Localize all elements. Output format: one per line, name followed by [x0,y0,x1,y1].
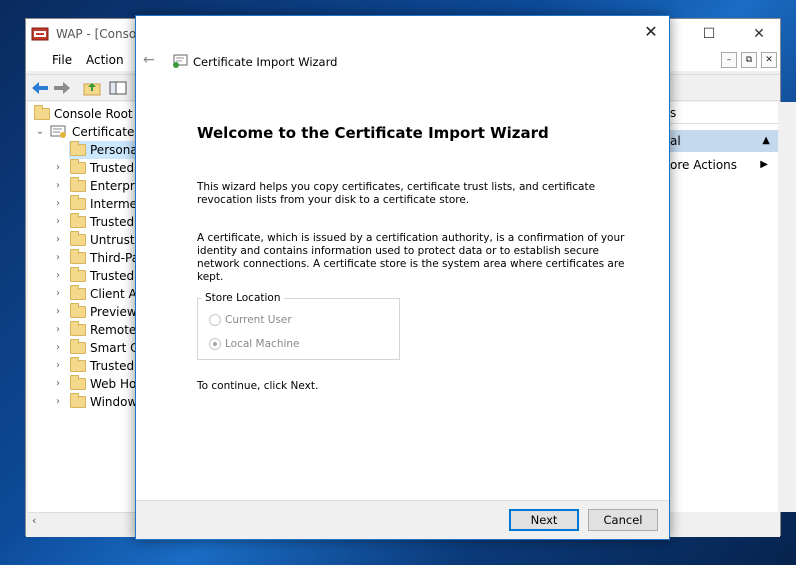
menu-file[interactable]: File [52,53,72,67]
mdi-minimize-icon[interactable]: – [721,52,737,68]
actions-pane: s al ▲ ore Actions ▶ [670,102,778,512]
wizard-footer: Next Cancel [136,500,669,539]
close-icon[interactable]: ✕ [641,22,661,42]
chevron-right-icon[interactable]: › [53,357,63,375]
actions-scrollbar[interactable] [779,102,796,512]
maximize-icon[interactable]: ☐ [694,25,724,43]
folder-icon [70,159,86,174]
folder-icon [70,375,86,390]
certificate-snapin-icon [50,125,66,138]
wizard-certificate-description: A certificate, which is issued by a cert… [197,232,625,283]
chevron-down-icon[interactable]: ⌄ [35,123,45,141]
folder-icon [70,213,86,228]
folder-icon [70,141,86,156]
folder-icon [70,321,86,336]
folder-icon [70,339,86,354]
collapse-icon[interactable]: ▲ [762,130,770,152]
close-icon[interactable]: ✕ [744,25,774,43]
folder-icon [70,177,86,192]
radio-button-selected[interactable] [209,338,221,350]
chevron-right-icon[interactable]: › [53,303,63,321]
folder-icon [70,285,86,300]
actions-header: s [670,102,778,124]
chevron-right-icon[interactable]: › [53,249,63,267]
wizard-intro-text: This wizard helps you copy certificates,… [197,181,596,206]
back-arrow-icon[interactable] [30,79,50,97]
folder-icon [70,195,86,210]
chevron-right-icon[interactable]: › [53,231,63,249]
folder-icon [70,267,86,282]
certificate-import-wizard-dialog: ✕ ← Certificate Import Wizard Welcome to… [135,15,670,540]
menu-action[interactable]: Action [86,53,124,67]
cancel-button[interactable]: Cancel [588,509,658,531]
wizard-header-title: Certificate Import Wizard [193,55,338,69]
scroll-left-icon[interactable]: ‹ [32,514,36,527]
chevron-right-icon[interactable]: › [53,321,63,339]
back-arrow-icon[interactable]: ← [143,52,155,68]
continue-instruction: To continue, click Next. [197,380,319,392]
up-folder-icon[interactable] [82,79,102,97]
radio-button[interactable] [209,314,221,326]
mmc-app-icon [31,27,49,41]
folder-icon [70,357,86,372]
chevron-right-icon[interactable]: › [53,285,63,303]
folder-icon [70,393,86,408]
forward-arrow-icon[interactable] [52,79,72,97]
next-button[interactable]: Next [509,509,579,531]
actions-section-header[interactable]: al ▲ [670,130,778,152]
folder-icon [34,105,50,120]
wizard-heading: Welcome to the Certificate Import Wizard [197,124,549,142]
mmc-title: WAP - [Console [56,27,136,41]
folder-icon [70,249,86,264]
certificate-wizard-icon [173,54,188,68]
mdi-close-icon[interactable]: ✕ [761,52,777,68]
chevron-right-icon[interactable]: › [53,213,63,231]
chevron-right-icon[interactable]: › [53,267,63,285]
chevron-right-icon[interactable]: › [53,393,63,411]
submenu-arrow-icon: ▶ [760,159,768,170]
more-actions-item[interactable]: ore Actions ▶ [670,154,778,176]
chevron-right-icon[interactable]: › [53,375,63,393]
chevron-right-icon[interactable]: › [53,159,63,177]
chevron-right-icon[interactable]: › [53,177,63,195]
show-hide-tree-icon[interactable] [108,79,128,97]
mdi-restore-icon[interactable]: ⧉ [741,52,757,68]
folder-icon [70,303,86,318]
store-location-label: Store Location [202,292,284,304]
chevron-right-icon[interactable]: › [53,339,63,357]
folder-icon [70,231,86,246]
chevron-right-icon[interactable]: › [53,195,63,213]
